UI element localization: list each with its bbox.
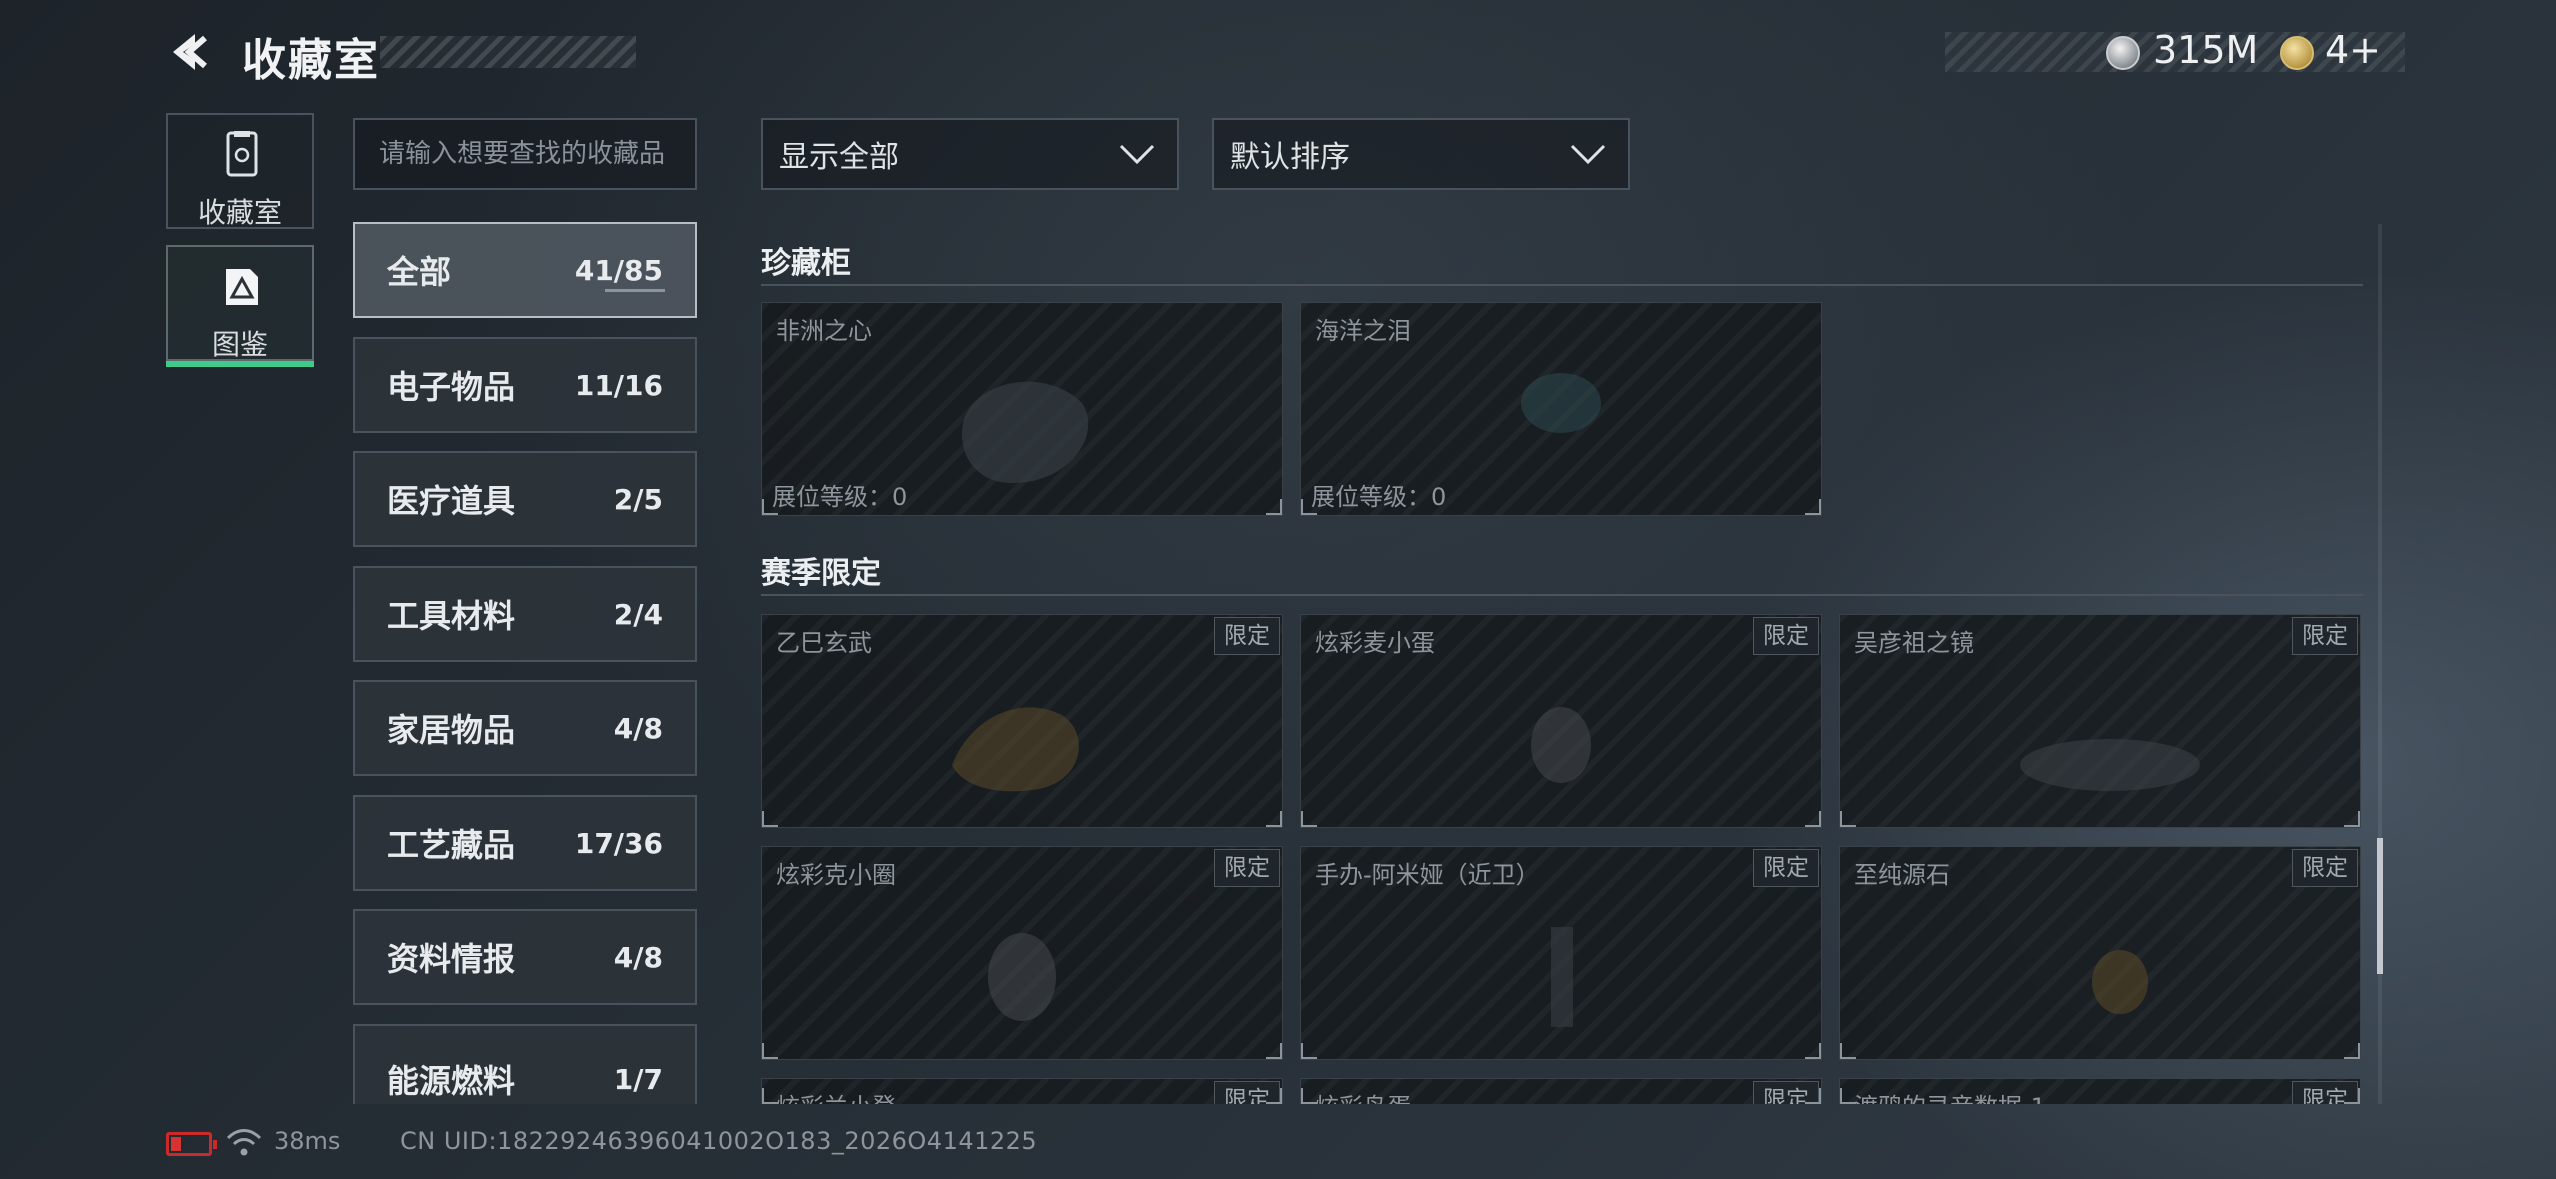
wifi-icon (226, 1129, 262, 1156)
sort-dropdown[interactable]: 默认排序 (1212, 118, 1630, 190)
category-electronics[interactable]: 电子物品 11/16 (353, 337, 697, 433)
side-tab-collection-room[interactable]: 收藏室 (166, 113, 314, 229)
user-uid: CN UID:18229246396041002O183_2026O414122… (400, 1127, 1038, 1155)
category-count: 2/5 (613, 482, 663, 516)
category-count: 17/36 (574, 826, 663, 860)
catalog-icon (226, 269, 258, 305)
silver-coin-icon (2106, 36, 2140, 70)
title-decoration (380, 36, 636, 68)
category-count: 2/4 (613, 597, 663, 631)
card-name: 乙巳玄武 (776, 629, 872, 657)
card-name: 吴彦祖之镜 (1854, 629, 1974, 657)
side-tab-label: 图鉴 (211, 328, 268, 361)
category-name: 医疗道具 (387, 482, 516, 520)
card-name: 渡鸦的录音数据-1 (1854, 1087, 2046, 1104)
card-name: 至纯源石 (1854, 861, 1950, 889)
collection-card[interactable]: 炫彩兰小登 限定 (761, 1078, 1283, 1104)
item-silhouette-icon (2092, 950, 2148, 1014)
page-title: 收藏室 (242, 35, 380, 86)
display-filter-dropdown[interactable]: 显示全部 (761, 118, 1179, 190)
display-filter-value: 显示全部 (779, 140, 899, 175)
side-tab-label: 收藏室 (197, 196, 282, 229)
category-count: 4/8 (613, 940, 663, 974)
side-tab-catalog[interactable]: 图鉴 (166, 245, 314, 367)
item-silhouette-icon (962, 381, 1089, 483)
gold-coin-icon (2280, 36, 2314, 70)
category-count: 4/8 (613, 711, 663, 745)
section-title-season-limited: 赛季限定 (761, 556, 881, 591)
card-name: 非洲之心 (776, 317, 872, 345)
collection-card[interactable]: 手办-阿米娅（近卫） 限定 (1300, 846, 1822, 1060)
limited-tag: 限定 (1753, 849, 1819, 887)
limited-tag: 限定 (1753, 1081, 1819, 1104)
item-silhouette-icon (1551, 927, 1573, 1027)
category-medical[interactable]: 医疗道具 2/5 (353, 451, 697, 547)
category-all[interactable]: 全部 41/85 (353, 222, 697, 318)
card-name: 手办-阿米娅（近卫） (1315, 861, 1540, 889)
category-fuel[interactable]: 能源燃料 1/7 (353, 1024, 697, 1104)
search-input[interactable] (353, 118, 697, 190)
item-silhouette-icon (988, 933, 1056, 1021)
limited-tag: 限定 (1214, 1081, 1280, 1104)
collection-card[interactable]: 至纯源石 限定 (1839, 846, 2361, 1060)
category-intel[interactable]: 资料情报 4/8 (353, 909, 697, 1005)
section-divider (761, 594, 2363, 596)
category-tools[interactable]: 工具材料 2/4 (353, 566, 697, 662)
limited-tag: 限定 (1214, 849, 1280, 887)
limited-tag: 限定 (2292, 617, 2358, 655)
item-silhouette-icon (1521, 373, 1601, 433)
category-count: 11/16 (574, 368, 663, 402)
collection-card[interactable]: 吴彦祖之镜 限定 (1839, 614, 2361, 828)
category-name: 工艺藏品 (387, 826, 516, 864)
category-count: 41/85 (574, 253, 663, 287)
section-title-treasure-cabinet: 珍藏柜 (761, 246, 851, 281)
chevron-down-icon (1119, 144, 1155, 165)
limited-tag: 限定 (2292, 1081, 2358, 1104)
collection-card[interactable]: 乙巳玄武 限定 (761, 614, 1283, 828)
limited-tag: 限定 (2292, 849, 2358, 887)
collection-card[interactable]: 炫彩克小圈 限定 (761, 846, 1283, 1060)
card-level: 展位等级：0 (772, 483, 908, 511)
section-divider (761, 284, 2363, 286)
chevron-down-icon (1570, 144, 1606, 165)
scrollbar-thumb[interactable] (2377, 838, 2383, 974)
card-name: 炫彩鸟蛋 (1315, 1087, 1411, 1104)
category-household[interactable]: 家居物品 4/8 (353, 680, 697, 776)
collection-card[interactable]: 炫彩麦小蛋 限定 (1300, 614, 1822, 828)
active-underline (605, 289, 665, 292)
item-silhouette-icon (952, 707, 1079, 792)
category-name: 资料情报 (387, 940, 516, 978)
category-name: 全部 (387, 253, 452, 291)
category-name: 家居物品 (387, 711, 516, 749)
card-level: 展位等级：0 (1311, 483, 1447, 511)
category-name: 能源燃料 (387, 1062, 516, 1100)
card-name: 炫彩克小圈 (776, 861, 896, 889)
collection-card[interactable]: 炫彩鸟蛋 限定 (1300, 1078, 1822, 1104)
collection-card[interactable]: 渡鸦的录音数据-1 限定 (1839, 1078, 2361, 1104)
category-crafts[interactable]: 工艺藏品 17/36 (353, 795, 697, 891)
collection-room-icon (226, 131, 258, 177)
card-name: 海洋之泪 (1315, 317, 1411, 345)
limited-tag: 限定 (1753, 617, 1819, 655)
item-silhouette-icon (1531, 707, 1591, 783)
collection-card[interactable]: 海洋之泪 展位等级：0 (1300, 302, 1822, 516)
category-name: 电子物品 (387, 368, 516, 406)
category-count: 1/7 (613, 1062, 663, 1096)
item-silhouette-icon (2020, 739, 2200, 791)
ping-value: 38ms (274, 1127, 341, 1155)
card-name: 炫彩兰小登 (776, 1087, 896, 1104)
back-arrow-icon[interactable] (165, 28, 213, 76)
silver-coin-value: 315M (2153, 28, 2259, 72)
category-name: 工具材料 (387, 597, 516, 635)
card-name: 炫彩麦小蛋 (1315, 629, 1435, 657)
limited-tag: 限定 (1214, 617, 1280, 655)
battery-low-icon (166, 1132, 217, 1156)
sort-value: 默认排序 (1230, 140, 1350, 175)
gold-coin-value: 4+ (2325, 28, 2382, 72)
collection-card[interactable]: 非洲之心 展位等级：0 (761, 302, 1283, 516)
